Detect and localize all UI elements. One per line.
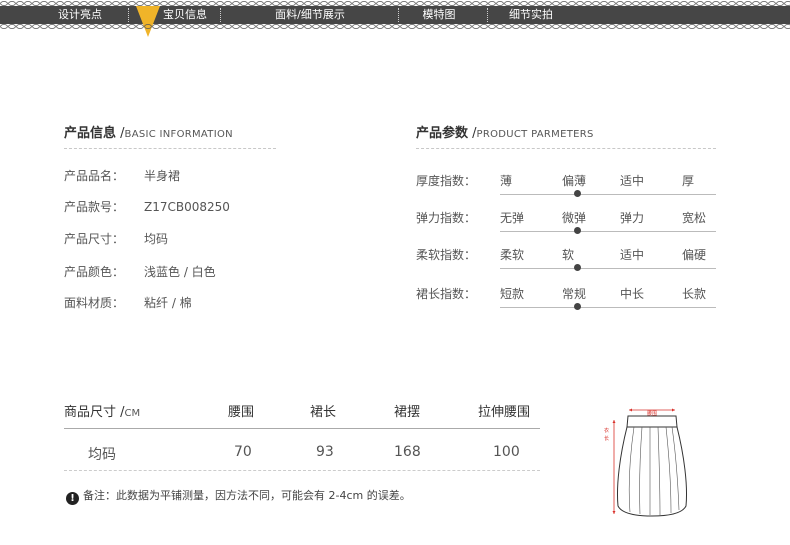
info-row-size: 产品尺寸： 均码 <box>64 230 168 247</box>
nav-separator <box>487 8 488 22</box>
param-indicator-dot <box>574 303 581 310</box>
param-track <box>500 307 716 308</box>
param-track <box>500 231 716 232</box>
info-row-name: 产品品名： 半身裙 <box>64 167 180 184</box>
product-params-divider <box>416 148 716 149</box>
info-label: 产品款号： <box>64 200 125 214</box>
param-option: 短款 <box>500 287 525 301</box>
param-option: 常规 <box>562 287 587 301</box>
param-label: 柔软指数： <box>416 248 477 262</box>
info-label: 产品尺寸： <box>64 232 125 246</box>
param-track <box>500 194 716 195</box>
info-row-style-number: 产品款号： Z17CB008250 <box>64 198 230 215</box>
param-label: 弹力指数： <box>416 211 477 225</box>
param-label: 厚度指数： <box>416 174 477 188</box>
nav-separator <box>398 8 399 22</box>
size-table-bottom-divider <box>64 470 540 471</box>
param-option: 软 <box>562 248 575 262</box>
param-option: 适中 <box>620 174 645 188</box>
param-indicator-dot <box>574 227 581 234</box>
param-option: 微弹 <box>562 211 587 225</box>
size-value-waist: 70 <box>234 444 252 460</box>
info-row-material: 面料材质： 粘纤 / 棉 <box>64 294 192 311</box>
nav-item-model-photos[interactable]: 模特图 <box>414 6 464 24</box>
active-tab-marker-icon <box>136 6 160 37</box>
param-option: 柔软 <box>500 248 525 262</box>
info-label: 产品颜色： <box>64 265 125 279</box>
param-option: 偏硬 <box>682 248 707 262</box>
info-value: Z17CB008250 <box>144 200 230 214</box>
size-col-length: 裙长 <box>310 405 337 420</box>
param-track <box>500 268 716 269</box>
param-option: 中长 <box>620 287 645 301</box>
info-value: 粘纤 / 棉 <box>144 296 192 310</box>
info-row-color: 产品颜色： 浅蓝色 / 白色 <box>64 263 216 280</box>
param-row: 厚度指数： 薄 偏薄 适中 厚 <box>416 172 716 202</box>
param-option: 无弹 <box>500 211 525 225</box>
param-indicator-dot <box>574 264 581 271</box>
measurement-note: ! 备注：此数据为平铺测量，因方法不同，可能会有 2-4cm 的误差。 <box>66 487 411 505</box>
size-value-hem: 168 <box>394 444 421 460</box>
skirt-measurement-diagram: 腰围 衣 长 <box>604 408 687 517</box>
param-option: 薄 <box>500 174 513 188</box>
param-row: 裙长指数： 短款 常规 中长 长款 <box>416 285 716 315</box>
nav-item-product-info[interactable]: 宝贝信息 <box>155 6 215 24</box>
info-label: 面料材质： <box>64 296 125 310</box>
info-value: 半身裙 <box>144 169 181 183</box>
param-option: 适中 <box>620 248 645 262</box>
size-value-length: 93 <box>316 444 334 460</box>
nav-item-fabric-details[interactable]: 面料/细节展示 <box>262 6 358 24</box>
nav-separator <box>128 8 129 22</box>
length-label-top: 衣 <box>604 427 609 434</box>
param-label: 裙长指数： <box>416 287 477 301</box>
size-value-stretch-waist: 100 <box>493 444 520 460</box>
info-value: 均码 <box>144 232 169 246</box>
param-row: 柔软指数： 柔软 软 适中 偏硬 <box>416 246 716 276</box>
length-label-bottom: 长 <box>604 435 609 442</box>
param-row: 弹力指数： 无弹 微弹 弹力 宽松 <box>416 209 716 239</box>
param-option: 宽松 <box>682 211 707 225</box>
size-col-hem: 裙摆 <box>394 405 421 420</box>
exclamation-icon: ! <box>66 492 79 505</box>
size-table-divider <box>64 428 540 429</box>
decorative-chain-bottom <box>0 24 790 29</box>
product-info-divider <box>64 148 276 149</box>
param-option: 厚 <box>682 174 695 188</box>
param-indicator-dot <box>574 190 581 197</box>
info-label: 产品品名： <box>64 169 125 183</box>
size-row-label: 均码 <box>88 447 116 463</box>
info-value: 浅蓝色 / 白色 <box>144 265 216 279</box>
size-table-title: 商品尺寸 /CM <box>64 405 141 420</box>
param-option: 弹力 <box>620 211 645 225</box>
nav-separator <box>220 8 221 22</box>
product-info-title: 产品信息 /BASIC INFORMATION <box>64 126 233 141</box>
nav-item-detail-photos[interactable]: 细节实拍 <box>500 6 562 24</box>
top-nav-bar: 设计亮点 宝贝信息 面料/细节展示 模特图 细节实拍 <box>0 6 790 24</box>
nav-item-design-highlights[interactable]: 设计亮点 <box>48 6 112 24</box>
size-col-waist: 腰围 <box>228 405 255 420</box>
product-params-title: 产品参数 /PRODUCT PARMETERS <box>416 126 594 141</box>
param-option: 偏薄 <box>562 174 587 188</box>
param-option: 长款 <box>682 287 707 301</box>
size-col-stretch-waist: 拉伸腰围 <box>478 405 531 420</box>
